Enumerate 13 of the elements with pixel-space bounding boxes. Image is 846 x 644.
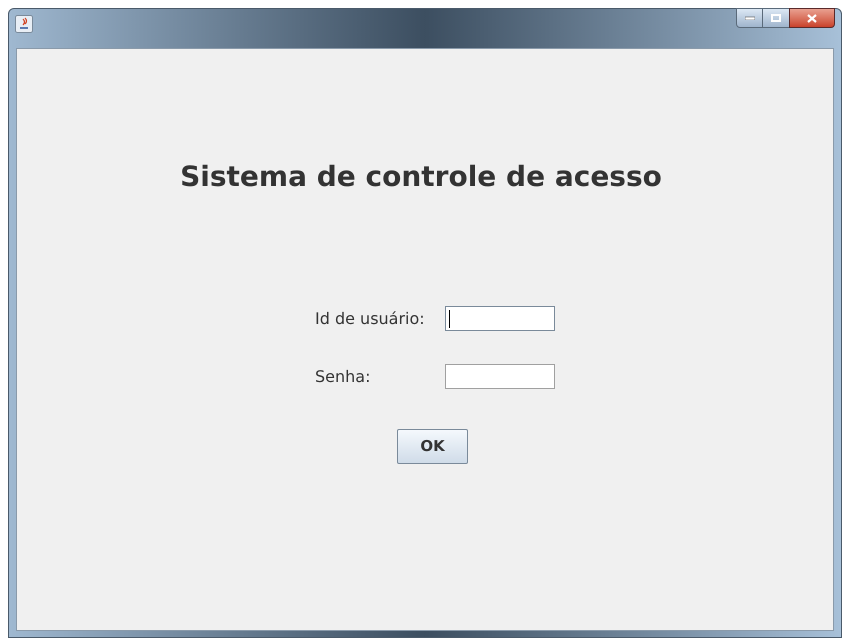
page-heading: Sistema de controle de acesso <box>180 159 662 195</box>
field-label: Senha: <box>315 366 372 388</box>
field-label: Id de usuário: <box>315 308 426 330</box>
maximize-icon <box>771 14 781 22</box>
close-icon <box>807 14 817 22</box>
minimize-button[interactable] <box>736 8 763 28</box>
text-cursor <box>449 310 450 328</box>
input-field[interactable] <box>445 306 555 331</box>
ok-button[interactable]: OK <box>397 429 468 464</box>
maximize-button[interactable] <box>763 8 789 28</box>
input-field[interactable] <box>445 364 555 389</box>
minimize-icon <box>744 16 754 20</box>
close-button[interactable] <box>789 8 835 28</box>
